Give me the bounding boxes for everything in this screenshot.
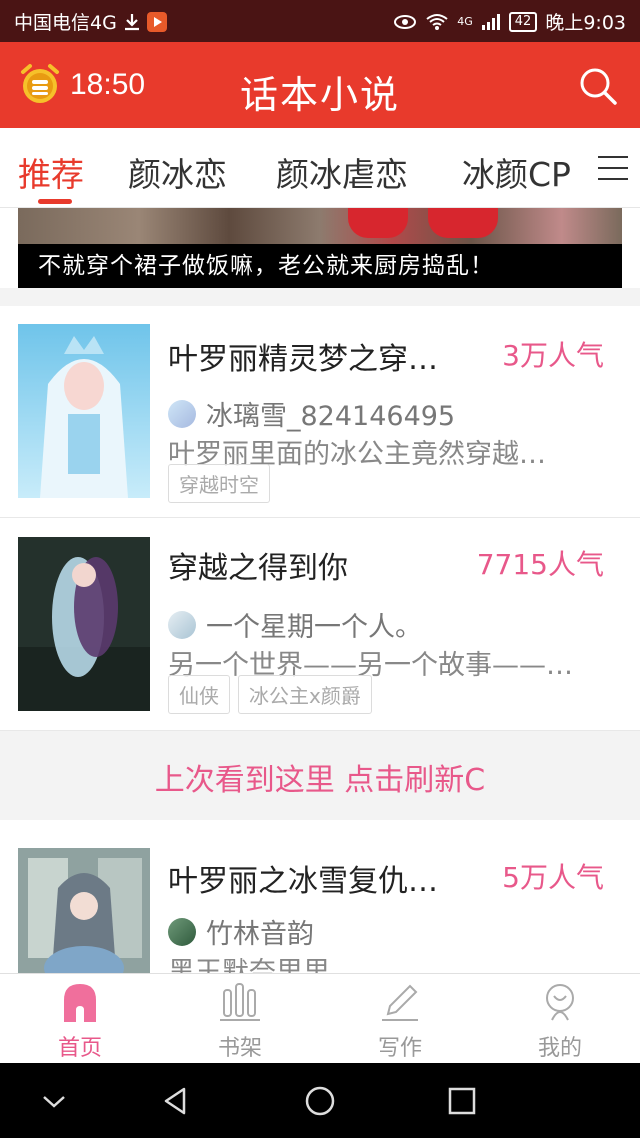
author-row: 一个星期一个人。 — [168, 605, 422, 644]
eye-icon — [394, 14, 417, 29]
author-name: 一个星期一个人。 — [206, 612, 422, 643]
nav-profile[interactable]: 我的 — [480, 974, 640, 1064]
novel-item[interactable]: 叶罗丽之冰雪复仇… 5万人气 竹林音韵 黑王默奈里里 — [0, 820, 640, 973]
nav-write-label: 写作 — [377, 1036, 422, 1061]
novel-tag[interactable]: 仙侠 — [168, 675, 230, 714]
tab-recommend[interactable]: 推荐 — [18, 148, 84, 196]
novel-tags: 仙侠 冰公主x颜爵 — [168, 675, 372, 714]
novel-tags: 穿越时空 — [168, 464, 270, 503]
pencil-icon — [382, 984, 418, 1021]
bottom-navigation: 首页 书架 写作 我的 — [0, 973, 640, 1063]
tab-bingyancp[interactable]: 冰颜CP — [462, 148, 571, 196]
author-row: 冰璃雪_824146495 — [168, 394, 455, 433]
author-avatar — [168, 610, 196, 639]
banner-image — [18, 208, 622, 244]
clock-time: 晚上9:03 — [545, 12, 626, 34]
status-left: 中国电信4G — [14, 8, 167, 35]
tab-yanbingnuelian[interactable]: 颜冰虐恋 — [276, 148, 408, 196]
tab-yanbinglian[interactable]: 颜冰恋 — [128, 148, 227, 196]
recent-apps-icon[interactable] — [446, 1085, 478, 1117]
search-icon[interactable] — [578, 66, 618, 106]
novel-title: 叶罗丽精灵梦之穿… — [168, 342, 438, 377]
novel-cover — [18, 537, 150, 711]
bookshelf-icon — [220, 983, 260, 1021]
video-app-icon — [146, 11, 167, 32]
status-right: 4G 42 晚上9:03 — [393, 8, 626, 35]
author-row: 竹林音韵 — [168, 912, 314, 951]
section-gap — [0, 731, 640, 742]
novel-popularity: 7715人气 — [476, 548, 604, 581]
novel-tag[interactable]: 穿越时空 — [168, 464, 270, 503]
banner[interactable]: 不就穿个裙子做饭嘛，老公就来厨房捣乱！ — [18, 208, 622, 288]
carrier-label: 中国电信4G — [14, 12, 117, 34]
section-gap — [0, 288, 640, 306]
app-title: 话本小说 — [239, 73, 400, 117]
novel-popularity: 5万人气 — [502, 861, 604, 894]
nav-bookshelf[interactable]: 书架 — [160, 974, 320, 1064]
nav-bookshelf-label: 书架 — [217, 1036, 262, 1061]
network-type: 4G — [457, 15, 473, 28]
nav-home[interactable]: 首页 — [0, 974, 160, 1064]
category-tabs: 推荐 颜冰恋 颜冰虐恋 冰颜CP — [0, 128, 640, 208]
signal-icon — [481, 13, 500, 30]
tab-active-indicator — [38, 199, 72, 204]
back-icon[interactable] — [160, 1085, 192, 1117]
novel-popularity: 3万人气 — [502, 339, 604, 372]
wifi-icon — [426, 13, 448, 30]
author-name: 冰璃雪_824146495 — [206, 401, 456, 432]
refresh-bar[interactable]: 上次看到这里 点击刷新C — [0, 742, 640, 820]
novel-tag[interactable]: 冰公主x颜爵 — [238, 675, 372, 714]
novel-title: 叶罗丽之冰雪复仇… — [168, 864, 438, 899]
author-avatar — [168, 399, 196, 428]
novel-cover — [18, 848, 150, 973]
banner-caption: 不就穿个裙子做饭嘛，老公就来厨房捣乱！ — [18, 244, 622, 288]
novel-title: 穿越之得到你 — [168, 551, 348, 586]
author-avatar — [168, 917, 196, 946]
novel-cover — [18, 324, 150, 498]
banner-shoe-left — [348, 208, 408, 238]
profile-icon — [546, 984, 574, 1021]
menu-icon[interactable] — [598, 156, 628, 182]
novel-item[interactable]: 穿越之得到你 7715人气 一个星期一个人。 另一个世界——另一个故事——… 仙… — [0, 519, 640, 731]
author-name: 竹林音韵 — [206, 919, 314, 950]
nav-profile-label: 我的 — [537, 1036, 582, 1061]
battery-icon: 42 — [508, 11, 538, 32]
banner-shoe-right — [428, 208, 498, 238]
novel-item[interactable]: 叶罗丽精灵梦之穿… 3万人气 冰璃雪_824146495 叶罗丽里面的冰公主竟然… — [0, 306, 640, 518]
system-navigation-bar — [0, 1063, 640, 1138]
app-bar: 18:50 话本小说 — [0, 42, 640, 128]
novel-description: 黑王默奈里里 — [168, 957, 330, 973]
nav-write[interactable]: 写作 — [320, 974, 480, 1064]
download-icon — [124, 13, 139, 30]
nav-home-label: 首页 — [57, 1036, 102, 1061]
chevron-down-icon[interactable] — [38, 1085, 70, 1117]
home-circle-icon[interactable] — [304, 1085, 336, 1117]
status-bar: 中国电信4G 4G 42 晚上9:03 — [0, 0, 640, 42]
home-icon — [64, 984, 96, 1022]
